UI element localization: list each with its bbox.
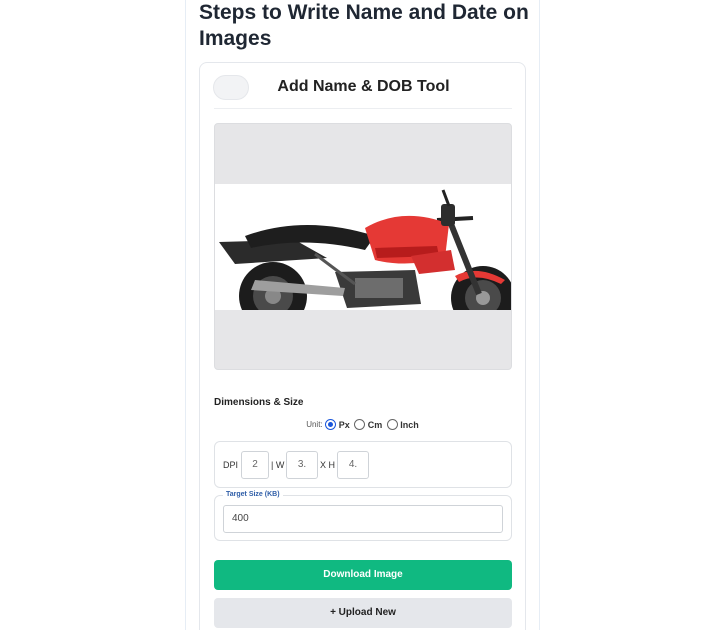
image-preview [214,123,512,370]
dpi-label: DPI [223,460,239,470]
download-button[interactable]: Download Image [214,560,512,590]
unit-label-cm: Cm [367,419,383,430]
dimensions-box: DPI 2 | W 3. X H 4. [214,441,512,488]
unit-selector: Unit: Px Cm Inch [200,419,527,431]
motorcycle-icon [219,189,511,330]
target-size-legend: Target Size (KB) [223,491,283,498]
motorcycle-image [215,184,511,330]
height-label: X H [320,460,336,470]
tool-card: Add Name & DOB Tool Dimensions & Size Un… [199,62,526,630]
width-label: | W [271,460,285,470]
width-input[interactable]: 3. [286,451,318,479]
tool-title: Add Name & DOB Tool [277,78,450,95]
page: Steps to Write Name and Date on Images A… [0,0,726,630]
unit-radio-cm[interactable] [354,419,366,431]
target-size-fieldset: Target Size (KB) 400 [214,491,512,541]
unit-radio-px[interactable] [325,419,337,431]
dimensions-section-label: Dimensions & Size [214,397,304,408]
unit-label-px: Px [338,419,350,430]
unit-label-inch: Inch [400,419,419,430]
height-input[interactable]: 4. [337,451,369,479]
toggle-switch-icon[interactable] [213,75,249,100]
unit-label: Unit: [306,420,323,430]
divider [214,108,512,109]
page-title: Steps to Write Name and Date on Images [199,1,529,50]
target-size-input[interactable]: 400 [223,505,503,533]
dpi-input[interactable]: 2 [241,451,269,479]
unit-radio-inch[interactable] [386,419,398,431]
upload-new-button[interactable]: + Upload New [214,598,512,628]
